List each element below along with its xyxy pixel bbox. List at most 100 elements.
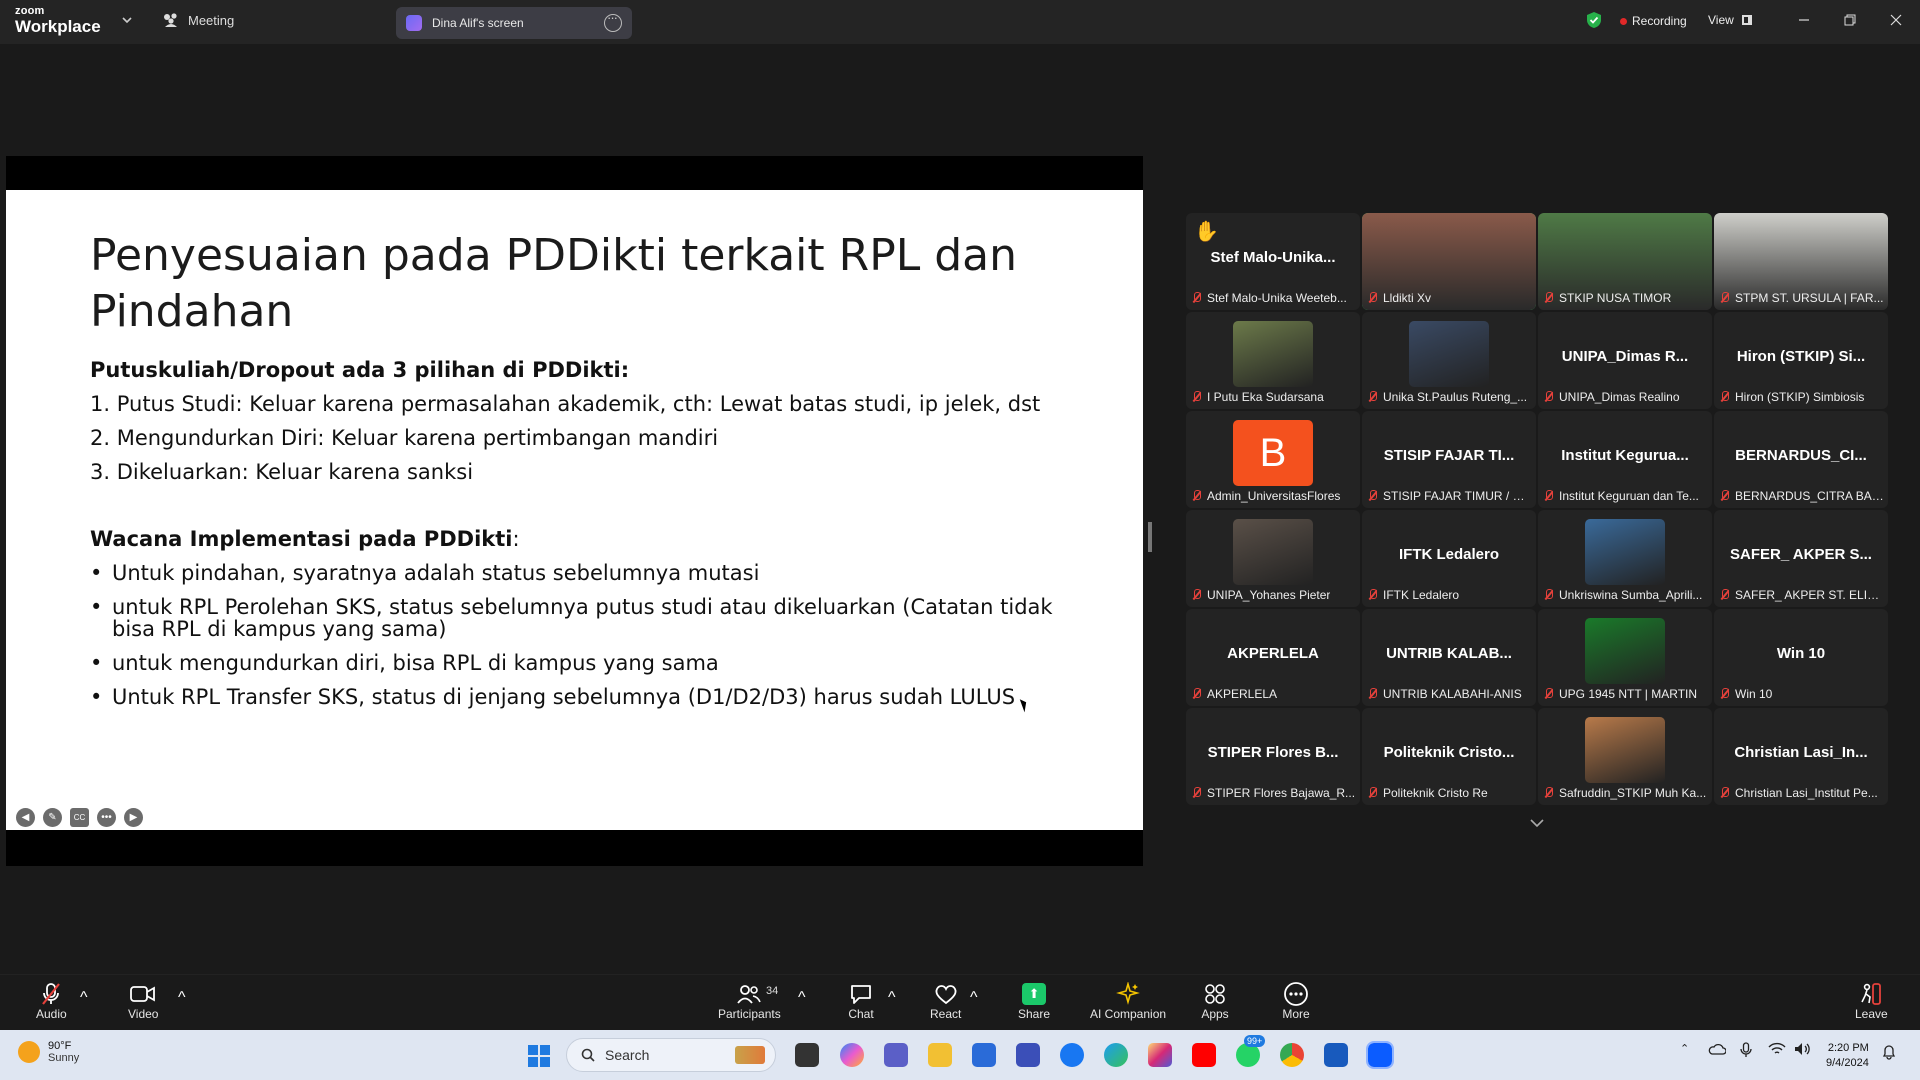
more-icon[interactable]: ••• (97, 808, 116, 827)
participant-tile[interactable]: UNIPA_Dimas R... UNIPA_Dimas Realino (1538, 312, 1712, 409)
participant-avatar (1409, 321, 1489, 387)
participant-tile[interactable]: UNTRIB KALAB... UNTRIB KALABAHI-ANIS (1362, 609, 1536, 706)
meeting-tab[interactable]: Meeting (162, 12, 234, 28)
teams-icon[interactable] (884, 1043, 908, 1067)
shared-screen-tab[interactable]: Dina Alif's screen (396, 7, 632, 39)
react-caret-icon[interactable]: ^ (970, 989, 978, 1007)
participant-display-name: STIPER Flores B... (1207, 744, 1339, 761)
ai-companion-button[interactable]: AI Companion (1090, 981, 1166, 1021)
mic-muted-icon (1720, 292, 1729, 304)
windows-start-icon[interactable] (528, 1045, 550, 1067)
copilot-icon[interactable] (840, 1043, 864, 1067)
participant-tile[interactable]: AKPERLELA AKPERLELA (1186, 609, 1360, 706)
youtube-icon[interactable] (1192, 1043, 1216, 1067)
participant-tile[interactable]: STKIP NUSA TIMOR (1538, 213, 1712, 310)
whiteboard-icon[interactable] (1016, 1043, 1040, 1067)
taskbar-search[interactable]: Search (566, 1038, 776, 1072)
zoom-taskbar-icon[interactable] (1366, 1041, 1394, 1069)
taskbar-clock[interactable]: 2:20 PM 9/4/2024 (1826, 1041, 1869, 1071)
chevron-down-icon[interactable] (122, 15, 132, 25)
participant-tile[interactable]: BERNARDUS_CI... BERNARDUS_CITRA BAKTI (1714, 411, 1888, 508)
edge-icon[interactable] (1104, 1043, 1128, 1067)
participant-tile[interactable]: Politeknik Cristo... Politeknik Cristo Re (1362, 708, 1536, 805)
prev-slide-icon[interactable]: ◀ (16, 808, 35, 827)
apps-button[interactable]: Apps (1201, 981, 1229, 1021)
word-icon[interactable] (1324, 1043, 1348, 1067)
audio-button[interactable]: Audio (36, 981, 67, 1021)
participant-tile[interactable]: Institut Kegurua... Institut Keguruan dan… (1538, 411, 1712, 508)
chat-button[interactable]: Chat (847, 981, 875, 1021)
video-button[interactable]: Video (128, 981, 158, 1021)
more-options-icon[interactable] (604, 10, 622, 32)
participant-tile[interactable]: Safruddin_STKIP Muh Ka... (1538, 708, 1712, 805)
participant-name: Politeknik Cristo Re (1383, 786, 1488, 800)
restore-button[interactable] (1840, 10, 1860, 30)
recording-indicator[interactable]: Recording (1620, 14, 1687, 28)
splitter-handle[interactable] (1148, 522, 1152, 552)
gallery-next-page-icon[interactable] (1530, 818, 1544, 828)
participants-caret-icon[interactable]: ^ (798, 989, 806, 1007)
task-view-icon[interactable] (795, 1043, 819, 1067)
participant-tile[interactable]: Stef Malo-Unika... ✋ Stef Malo-Unika Weete… (1186, 213, 1360, 310)
slide-section1-heading: Putuskuliah/Dropout ada 3 pilihan di PDD… (90, 358, 630, 382)
participant-tile[interactable]: STIPER Flores B... STIPER Flores Bajawa_R… (1186, 708, 1360, 805)
participant-tile[interactable]: Win 10 Win 10 (1714, 609, 1888, 706)
view-button[interactable]: View (1708, 13, 1752, 27)
tray-overflow-icon[interactable]: ⌃ (1680, 1042, 1689, 1055)
participant-tile[interactable]: UNIPA_Yohanes Pieter (1186, 510, 1360, 607)
participant-tile[interactable]: UPG 1945 NTT | MARTIN (1538, 609, 1712, 706)
notification-bell-icon[interactable] (1882, 1044, 1896, 1060)
participant-caption: STKIP NUSA TIMOR (1544, 291, 1708, 305)
zoom-logo[interactable]: zoom Workplace (15, 6, 101, 36)
participant-tile[interactable]: I Putu Eka Sudarsana (1186, 312, 1360, 409)
participant-tile[interactable]: Hiron (STKIP) Si... Hiron (STKIP) Simbios… (1714, 312, 1888, 409)
share-letterbox-top (6, 156, 1143, 190)
participant-name: UNTRIB KALABAHI-ANIS (1383, 687, 1522, 701)
participant-tile[interactable]: IFTK Ledalero IFTK Ledalero (1362, 510, 1536, 607)
share-letterbox-bottom (6, 830, 1143, 866)
microphone-tray-icon[interactable] (1740, 1042, 1752, 1058)
instagram-icon[interactable] (1148, 1043, 1172, 1067)
chat-icon (847, 981, 875, 1007)
chrome-icon[interactable] (1280, 1043, 1304, 1067)
react-button[interactable]: React (930, 981, 961, 1021)
participant-tile[interactable]: B Admin_UniversitasFlores (1186, 411, 1360, 508)
encryption-shield-icon[interactable] (1586, 11, 1602, 29)
share-button[interactable]: ⬆ Share (1018, 981, 1050, 1021)
captions-icon[interactable]: CC (70, 808, 89, 827)
participant-tile[interactable]: Unkriswina Sumba_Aprili... (1538, 510, 1712, 607)
mic-muted-icon (1368, 589, 1377, 601)
participant-name: Win 10 (1735, 687, 1773, 701)
mic-muted-icon (1368, 292, 1377, 304)
grid-view-icon (1741, 15, 1752, 25)
volume-icon[interactable] (1794, 1042, 1810, 1056)
wifi-icon[interactable] (1768, 1042, 1786, 1056)
more-dots-icon (1282, 981, 1310, 1007)
participant-tile[interactable]: STPM ST. URSULA | FAR... (1714, 213, 1888, 310)
recording-dot-icon (1620, 17, 1627, 25)
store-icon[interactable] (972, 1043, 996, 1067)
participant-name: Lldikti Xv (1383, 291, 1432, 305)
minimize-button[interactable] (1794, 10, 1814, 30)
weather-widget[interactable]: 90°F Sunny (18, 1040, 79, 1064)
more-button[interactable]: More (1282, 981, 1310, 1021)
next-slide-icon[interactable]: ▶ (124, 808, 143, 827)
video-caret-icon[interactable]: ^ (178, 989, 186, 1007)
participant-name: Admin_UniversitasFlores (1207, 489, 1341, 503)
participant-caption: Unika St.Paulus Ruteng_... (1368, 390, 1532, 404)
close-button[interactable] (1886, 10, 1906, 30)
chat-caret-icon[interactable]: ^ (888, 989, 896, 1007)
leave-button[interactable]: Leave (1855, 981, 1888, 1021)
pen-icon[interactable]: ✎ (43, 808, 62, 827)
participant-tile[interactable]: Lldikti Xv (1362, 213, 1536, 310)
mic-muted-icon (1544, 589, 1553, 601)
participant-tile[interactable]: SAFER_ AKPER S... SAFER_ AKPER ST. ELISA.… (1714, 510, 1888, 607)
participant-tile[interactable]: Unika St.Paulus Ruteng_... (1362, 312, 1536, 409)
file-explorer-icon[interactable] (928, 1043, 952, 1067)
participant-tile[interactable]: Christian Lasi_In... Christian Lasi_Insti… (1714, 708, 1888, 805)
facebook-icon[interactable] (1060, 1043, 1084, 1067)
participant-tile[interactable]: STISIP FAJAR TI... STISIP FAJAR TIMUR / M… (1362, 411, 1536, 508)
onedrive-icon[interactable] (1708, 1042, 1726, 1056)
audio-caret-icon[interactable]: ^ (80, 989, 88, 1007)
participant-display-name: SAFER_ AKPER S... (1730, 546, 1872, 563)
